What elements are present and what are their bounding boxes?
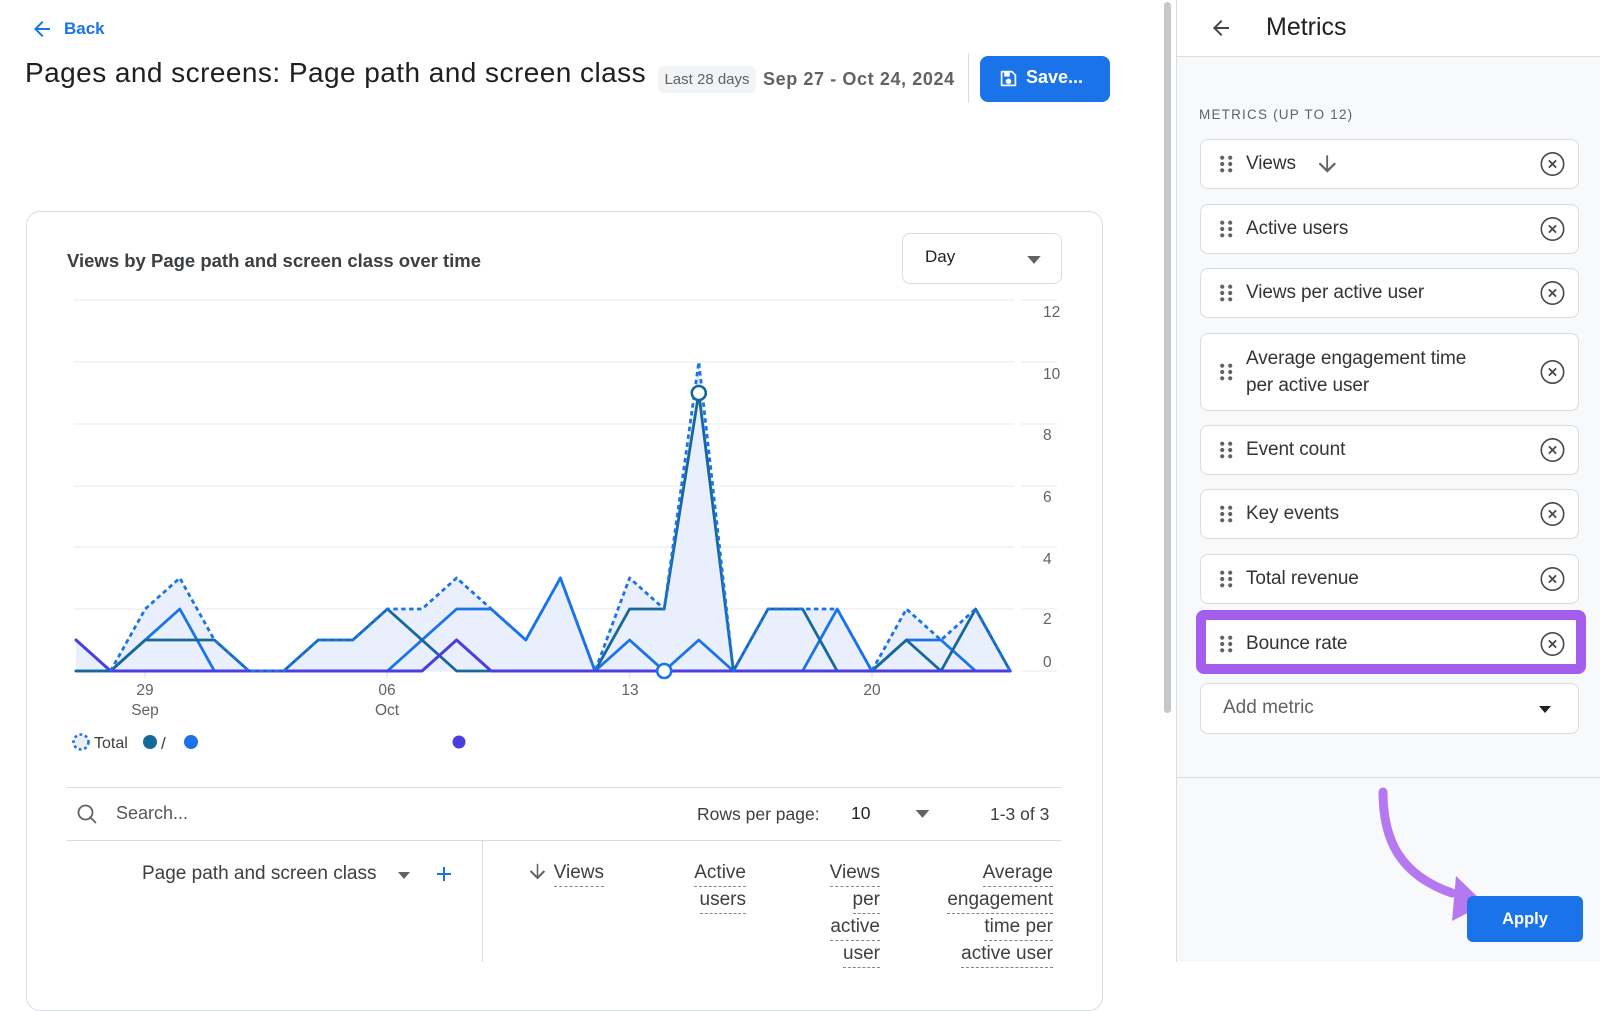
svg-text:2: 2 (1043, 611, 1052, 628)
svg-text:Sep: Sep (131, 702, 159, 719)
svg-text:06: 06 (378, 682, 395, 699)
svg-text:Oct: Oct (375, 702, 400, 719)
svg-text:Total: Total (94, 735, 128, 752)
svg-text:8: 8 (1043, 427, 1052, 444)
svg-text:6: 6 (1043, 489, 1052, 506)
svg-text:0: 0 (1043, 654, 1052, 671)
svg-text:4: 4 (1043, 551, 1052, 568)
svg-text:29: 29 (136, 682, 153, 699)
svg-text:20: 20 (863, 682, 881, 699)
svg-text:13: 13 (621, 682, 638, 699)
svg-text:/: / (161, 734, 166, 753)
svg-text:12: 12 (1043, 304, 1060, 321)
svg-text:10: 10 (1043, 366, 1061, 383)
